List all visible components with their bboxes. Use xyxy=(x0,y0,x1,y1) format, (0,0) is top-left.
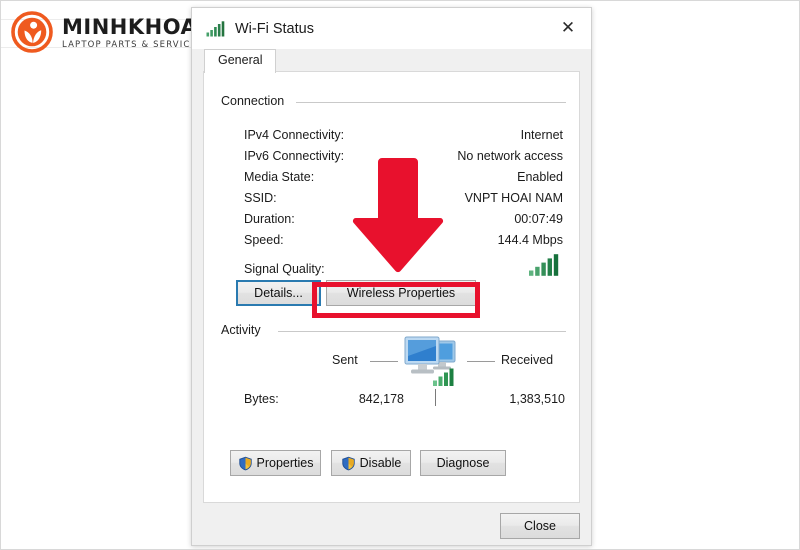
screenshot-root: MINHKHOA LAPTOP PARTS & SERVICES Wi-Fi S… xyxy=(0,0,800,550)
wireless-properties-button[interactable]: Wireless Properties xyxy=(326,280,476,306)
received-label: Received xyxy=(501,353,554,367)
properties-button[interactable]: Properties xyxy=(230,450,321,476)
received-connector-line xyxy=(467,361,495,362)
media-state-label: Media State: xyxy=(244,170,315,184)
dialog-title: Wi-Fi Status xyxy=(235,20,314,37)
dialog-titlebar: Wi-Fi Status ✕ xyxy=(192,8,591,49)
close-glyph: ✕ xyxy=(560,18,576,38)
uac-shield-icon xyxy=(341,456,356,471)
disable-button-label: Disable xyxy=(359,456,402,470)
speed-value: 144.4 Mbps xyxy=(497,233,563,247)
connection-group-label: Connection xyxy=(218,94,290,108)
ipv4-label: IPv4 Connectivity: xyxy=(244,128,345,142)
activity-tick-mark xyxy=(435,389,436,406)
ipv4-value: Internet xyxy=(520,128,563,142)
ipv6-value: No network access xyxy=(457,149,563,163)
tab-panel-general: Connection IPv4 Connectivity: Internet I… xyxy=(203,71,580,503)
duration-label: Duration: xyxy=(244,212,295,226)
signal-quality-label: Signal Quality: xyxy=(244,262,325,276)
properties-button-label: Properties xyxy=(256,456,314,470)
person-leaf-circle-icon xyxy=(11,11,53,53)
activity-group-label: Activity xyxy=(218,323,266,337)
bytes-sent-value: 842,178 xyxy=(358,392,404,406)
tab-strip: General xyxy=(192,49,591,73)
brand-tagline: LAPTOP PARTS & SERVICES xyxy=(62,39,204,50)
ssid-value: VNPT HOAI NAM xyxy=(464,191,563,205)
close-icon[interactable]: ✕ xyxy=(545,8,591,49)
sent-connector-line xyxy=(370,361,398,362)
media-state-value: Enabled xyxy=(517,170,563,184)
details-button[interactable]: Details... xyxy=(236,280,321,306)
bytes-received-value: 1,383,510 xyxy=(509,392,565,406)
close-button[interactable]: Close xyxy=(500,513,580,539)
wifi-signal-bars-icon xyxy=(206,20,226,37)
signal-bars-icon xyxy=(529,254,563,281)
ipv6-label: IPv6 Connectivity: xyxy=(244,149,345,163)
disable-button[interactable]: Disable xyxy=(331,450,411,476)
speed-label: Speed: xyxy=(244,233,284,247)
bytes-label: Bytes: xyxy=(244,392,279,406)
sent-label: Sent xyxy=(332,353,358,367)
two-monitors-network-icon xyxy=(399,332,463,397)
diagnose-button[interactable]: Diagnose xyxy=(420,450,506,476)
tab-general[interactable]: General xyxy=(204,49,277,73)
wifi-status-dialog: Wi-Fi Status ✕ General Connection IPv4 C… xyxy=(191,7,592,546)
brand-watermark: MINHKHOA LAPTOP PARTS & SERVICES xyxy=(11,11,204,53)
ssid-label: SSID: xyxy=(244,191,277,205)
uac-shield-icon xyxy=(238,456,253,471)
brand-name: MINHKHOA xyxy=(62,14,198,39)
duration-value: 00:07:49 xyxy=(514,212,563,226)
connection-group-rule xyxy=(296,102,566,103)
